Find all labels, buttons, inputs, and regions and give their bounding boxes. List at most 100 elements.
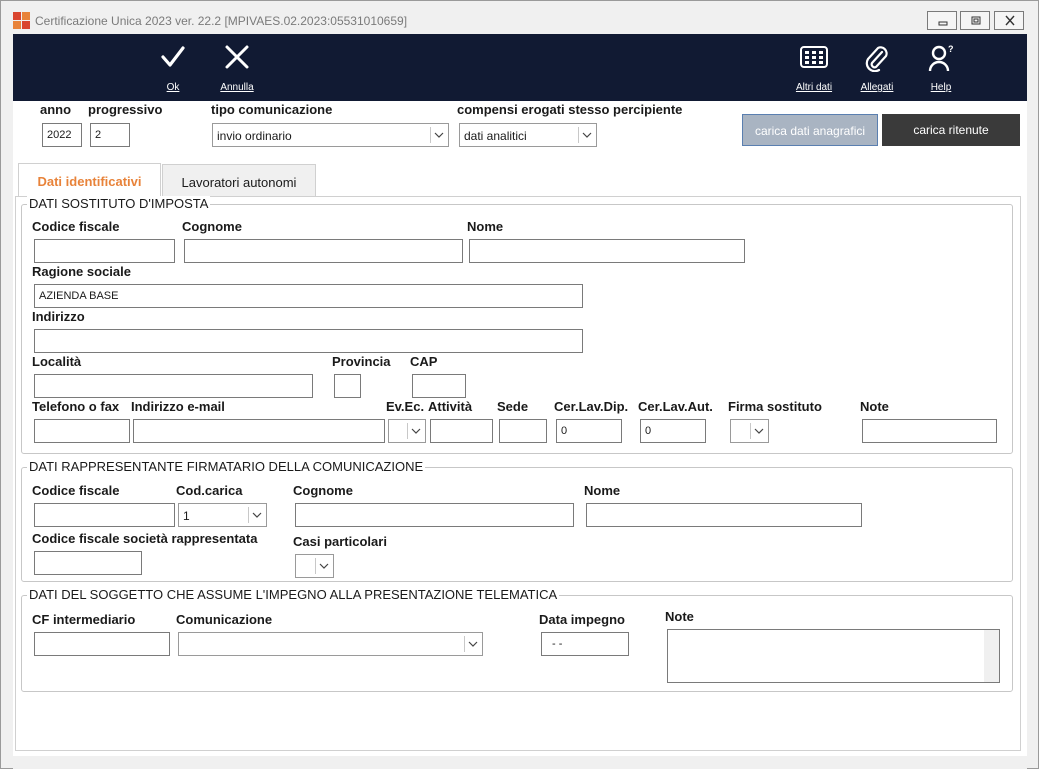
- rapp-cf-societa-input[interactable]: [34, 551, 142, 575]
- sost-cerlavaut-label: Cer.Lav.Aut.: [638, 399, 713, 414]
- rapp-nome-label: Nome: [584, 483, 621, 498]
- ok-button[interactable]: Ok: [153, 34, 193, 101]
- sost-indirizzo-label: Indirizzo: [32, 309, 85, 324]
- compensi-value: dati analitici: [464, 129, 527, 143]
- sost-cap-input[interactable]: [412, 374, 466, 398]
- tel-note-scrollbar[interactable]: [984, 630, 999, 682]
- restore-button[interactable]: [960, 11, 990, 30]
- sost-evec-select[interactable]: [388, 419, 426, 443]
- paperclip-icon: [865, 46, 888, 72]
- x-icon: [225, 45, 249, 69]
- chevron-down-icon: [315, 558, 331, 574]
- content-area: anno 2022 progressivo 2 tipo comunicazio…: [13, 101, 1027, 756]
- sost-firma-label: Firma sostituto: [728, 399, 822, 414]
- annulla-button[interactable]: Annulla: [212, 34, 262, 101]
- sost-localita-input[interactable]: [34, 374, 313, 398]
- sost-provincia-input[interactable]: [334, 374, 361, 398]
- rapp-cod-carica-select[interactable]: 1: [178, 503, 267, 527]
- sost-attivita-label: Attività: [428, 399, 473, 414]
- anno-label: anno: [40, 102, 72, 117]
- tipo-comunicazione-value: invio ordinario: [217, 129, 292, 143]
- anno-input[interactable]: 2022: [42, 123, 82, 147]
- sost-ragione-sociale-label: Ragione sociale: [32, 264, 131, 279]
- sost-telefono-label: Telefono o fax: [32, 399, 120, 414]
- rapp-cf-societa-label: Codice fiscale società rappresentata: [32, 531, 258, 546]
- rapp-codice-fiscale-input[interactable]: [34, 503, 175, 527]
- carica-dati-anagrafici-button[interactable]: carica dati anagrafici: [742, 114, 878, 146]
- sost-localita-label: Località: [32, 354, 82, 369]
- help-label: Help: [930, 82, 952, 93]
- ok-label: Ok: [166, 82, 180, 93]
- tel-cf-intermediario-input[interactable]: [34, 632, 170, 656]
- sost-email-input[interactable]: [133, 419, 385, 443]
- chevron-down-icon: [430, 127, 446, 143]
- minimize-icon: [938, 21, 948, 26]
- allegati-button[interactable]: Allegati: [855, 34, 899, 101]
- sost-telefono-input[interactable]: [34, 419, 130, 443]
- sost-ragione-sociale-input[interactable]: AZIENDA BASE: [34, 284, 583, 308]
- app-window: Certificazione Unica 2023 ver. 22.2 [MPI…: [0, 0, 1039, 769]
- annulla-label: Annulla: [220, 82, 254, 93]
- sost-evec-label: Ev.Ec.: [386, 399, 425, 414]
- chevron-down-icon: [407, 423, 423, 439]
- allegati-label: Allegati: [860, 82, 894, 93]
- sost-sede-input[interactable]: [499, 419, 547, 443]
- tel-comunicazione-select[interactable]: [178, 632, 483, 656]
- sost-cognome-label: Cognome: [182, 219, 242, 234]
- rapp-codice-fiscale-label: Codice fiscale: [32, 483, 120, 498]
- chevron-down-icon: [248, 507, 264, 523]
- sost-firma-select[interactable]: [730, 419, 769, 443]
- rapp-cod-carica-value: 1: [183, 509, 190, 523]
- rapp-cognome-label: Cognome: [293, 483, 353, 498]
- sost-codice-fiscale-label: Codice fiscale: [32, 219, 120, 234]
- progressivo-label: progressivo: [88, 102, 163, 117]
- app-logo-icon: [13, 12, 30, 29]
- help-button[interactable]: ? Help: [921, 34, 961, 101]
- toolbar: Ok Annulla Altri dati Allegati ? Help: [13, 34, 1027, 101]
- rapp-cognome-input[interactable]: [295, 503, 574, 527]
- rappresentante-section-title: DATI RAPPRESENTANTE FIRMATARIO DELLA COM…: [27, 459, 426, 474]
- tipo-comunicazione-label: tipo comunicazione: [211, 102, 333, 117]
- altri-dati-button[interactable]: Altri dati: [790, 34, 838, 101]
- sost-cerlavdip-input[interactable]: 0: [556, 419, 622, 443]
- tab-dati-identificativi[interactable]: Dati identificativi: [18, 163, 161, 197]
- sost-note-input[interactable]: [862, 419, 997, 443]
- sost-attivita-input[interactable]: [430, 419, 493, 443]
- tel-note-textarea[interactable]: [667, 629, 1000, 683]
- compensi-select[interactable]: dati analitici: [459, 123, 597, 147]
- close-button[interactable]: [994, 11, 1024, 30]
- progressivo-input[interactable]: 2: [90, 123, 130, 147]
- tab-lavoratori-autonomi[interactable]: Lavoratori autonomi: [162, 164, 316, 198]
- sost-provincia-label: Provincia: [332, 354, 391, 369]
- sost-nome-label: Nome: [467, 219, 504, 234]
- sost-cerlavaut-input[interactable]: 0: [640, 419, 706, 443]
- chevron-down-icon: [750, 423, 766, 439]
- tipo-comunicazione-select[interactable]: invio ordinario: [212, 123, 449, 147]
- chevron-down-icon: [578, 127, 594, 143]
- sost-nome-input[interactable]: [469, 239, 745, 263]
- sost-cognome-input[interactable]: [184, 239, 463, 263]
- grid-icon: [800, 46, 828, 68]
- tel-data-impegno-input[interactable]: - -: [541, 632, 629, 656]
- sost-indirizzo-input[interactable]: [34, 329, 583, 353]
- help-person-icon: ?: [928, 44, 954, 72]
- sost-note-label: Note: [860, 399, 889, 414]
- tel-comunicazione-label: Comunicazione: [176, 612, 273, 627]
- minimize-button[interactable]: [927, 11, 957, 30]
- restore-icon: [971, 16, 981, 25]
- rapp-nome-input[interactable]: [586, 503, 862, 527]
- compensi-label: compensi erogati stesso percipiente: [457, 102, 683, 117]
- sost-cap-label: CAP: [410, 354, 438, 369]
- status-bar: [13, 756, 1027, 769]
- title-bar: Certificazione Unica 2023 ver. 22.2 [MPI…: [1, 1, 1038, 34]
- altri-dati-label: Altri dati: [795, 82, 833, 93]
- tel-note-label: Note: [665, 609, 694, 624]
- window-title: Certificazione Unica 2023 ver. 22.2 [MPI…: [35, 14, 408, 28]
- tel-cf-intermediario-label: CF intermediario: [32, 612, 136, 627]
- sost-cerlavdip-label: Cer.Lav.Dip.: [554, 399, 629, 414]
- chevron-down-icon: [464, 636, 480, 652]
- sost-codice-fiscale-input[interactable]: [34, 239, 175, 263]
- rapp-casi-select[interactable]: [295, 554, 334, 578]
- carica-ritenute-button[interactable]: carica ritenute: [882, 114, 1020, 146]
- svg-text:?: ?: [948, 44, 954, 54]
